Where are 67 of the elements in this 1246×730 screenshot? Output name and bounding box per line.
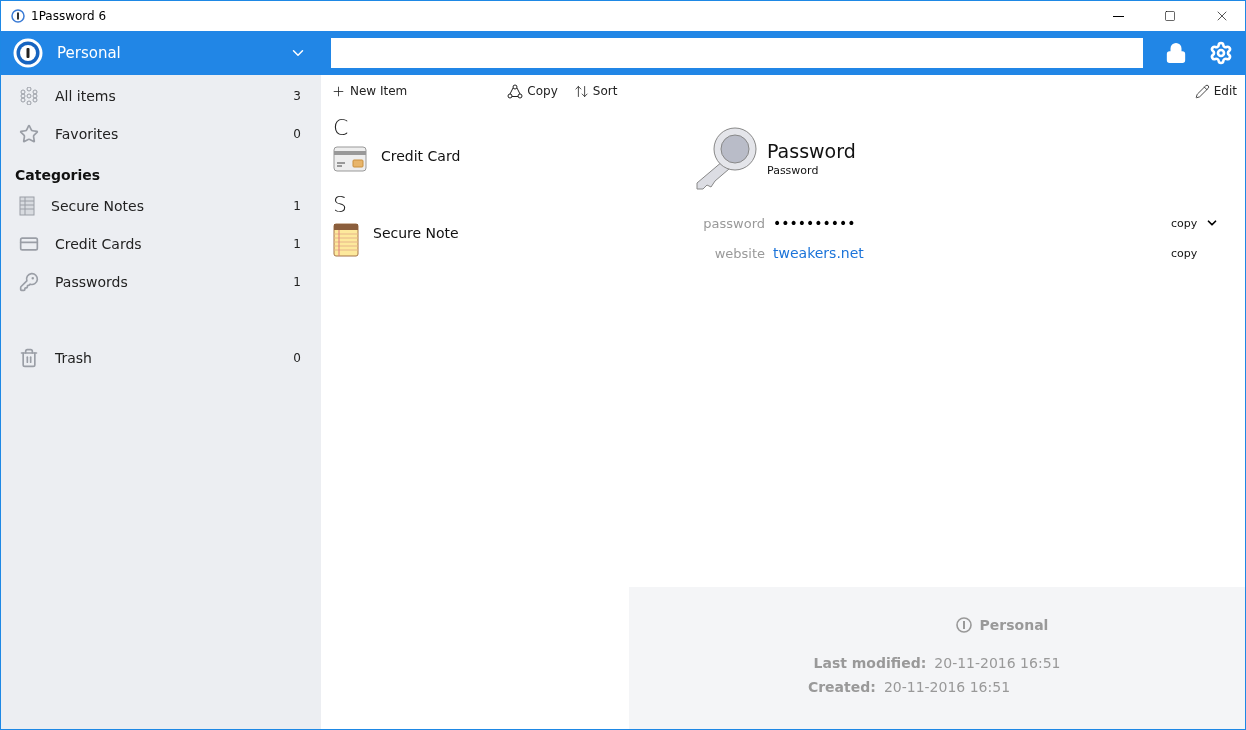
app-logo-icon [11,9,25,23]
meta-label: Created: [807,679,876,695]
list-item[interactable]: Secure Note [321,217,629,269]
vault-selector[interactable]: Personal [1,31,321,75]
meta-value: 20-11-2016 16:51 [883,679,1011,695]
star-icon [19,124,39,144]
sidebar-item[interactable]: Trash 0 [1,339,321,377]
key-icon [19,272,39,292]
lock-button[interactable] [1165,42,1187,64]
pencil-icon [1194,83,1210,99]
settings-button[interactable] [1209,41,1233,65]
sidebar-item-label: Trash [55,350,93,366]
search-field[interactable] [331,38,1143,68]
item-heading: Password [767,139,856,162]
field-label: password [702,215,765,231]
item-count: 1 [293,199,301,213]
sidebar-item[interactable]: Passwords 1 [1,263,321,301]
sidebar-item[interactable]: Credit Cards 1 [1,225,321,263]
item-title: Credit Card [381,147,461,164]
group-letter: S [332,191,348,217]
sort-icon [573,83,589,99]
item-count: 1 [293,237,301,251]
minimize-icon [1112,15,1124,17]
sidebar-item[interactable]: Secure Notes 1 [1,187,321,225]
share-icon [507,83,524,99]
item-title: Secure Note [373,224,459,241]
meta-value: 20-11-2016 16:51 [934,655,1061,671]
trash-icon [19,348,39,368]
new-item-button[interactable]: New Item [331,83,408,99]
sidebar-item-label: Credit Cards [55,236,143,252]
item-type: Password [767,163,820,177]
sidebar-item-label: Favorites [55,126,120,142]
copy-field-button[interactable]: copy [1171,246,1198,260]
password-value: •••••••••• [772,215,857,231]
copy-field-button[interactable]: copy [1171,216,1198,230]
maximize-icon [1164,10,1176,22]
item-count: 3 [293,89,301,103]
dots-icon [19,87,39,105]
item-count: 1 [293,275,301,289]
sort-button[interactable]: Sort [573,83,618,99]
vault-logo-icon [13,38,43,68]
credit-card-icon [333,146,367,172]
vault-name: Personal [979,617,1049,633]
window-title: 1Password 6 [31,9,108,23]
group-letter: C [332,114,350,140]
credit-card-icon [19,234,39,254]
sidebar-item-label: Secure Notes [51,198,146,214]
item-count: 0 [293,127,301,141]
item-count: 0 [293,351,301,365]
field-label: website [713,245,765,261]
copy-button[interactable]: Copy [507,83,558,99]
vault-icon [955,617,972,633]
meta-label: Last modified: [813,655,927,671]
list-item[interactable]: Credit Card [321,140,629,184]
lock-icon [1165,42,1187,64]
section-heading: Categories [14,166,102,185]
notes-icon [19,196,35,216]
plus-icon [331,83,346,99]
settings-icon [1209,41,1233,65]
notepad-icon [333,223,359,257]
edit-button[interactable]: Edit [1194,83,1237,99]
sidebar-item[interactable]: Favorites 0 [1,115,321,153]
key-icon [693,125,759,191]
sidebar-item-label: Passwords [55,274,129,290]
sidebar-item[interactable]: All items 3 [1,77,321,115]
sidebar-item-label: All items [55,88,117,104]
website-link[interactable]: tweakers.net [765,245,1171,261]
